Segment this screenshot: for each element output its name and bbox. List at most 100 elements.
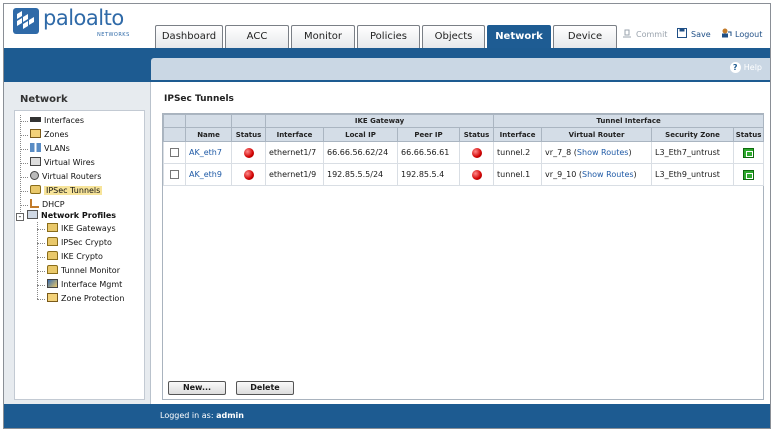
- tunnel-if-status: [733, 141, 765, 164]
- paloalto-logo: paloalto NETWORKS: [13, 6, 133, 42]
- tab-dashboard[interactable]: Dashboard: [155, 25, 223, 48]
- logout-icon: [720, 27, 732, 39]
- col-header-status[interactable]: Status: [231, 127, 266, 142]
- help-button[interactable]: ? Help: [729, 62, 762, 73]
- tab-acc[interactable]: ACC: [225, 25, 289, 48]
- tree-branch: [37, 257, 45, 258]
- logo-mark-icon: [13, 8, 39, 34]
- ike-gateways-icon: [47, 223, 58, 232]
- tree-line: [20, 115, 21, 216]
- nav-item-network-profiles[interactable]: - Network Profiles: [16, 210, 116, 222]
- col-header-ike-status[interactable]: Status: [458, 127, 495, 142]
- username: admin: [216, 411, 244, 420]
- delete-button[interactable]: Delete: [236, 381, 294, 395]
- group-header-blank: [231, 114, 266, 128]
- tab-objects[interactable]: Objects: [422, 25, 485, 48]
- nav-item-ipsec-tunnels[interactable]: IPSec Tunnels: [30, 185, 103, 197]
- col-header-name[interactable]: Name: [185, 127, 232, 142]
- nav-item-tunnel-monitor[interactable]: Tunnel Monitor: [47, 265, 120, 277]
- interface-mgmt-icon: [47, 279, 58, 288]
- save-label: Save: [691, 30, 711, 39]
- save-icon: [676, 27, 688, 39]
- col-header-tunnel-status[interactable]: Status: [733, 127, 765, 142]
- nav-item-virtual-routers[interactable]: Virtual Routers: [30, 171, 101, 183]
- zones-icon: [30, 129, 41, 138]
- nav-item-interfaces[interactable]: Interfaces: [30, 115, 84, 127]
- nav-item-zones[interactable]: Zones: [30, 129, 69, 141]
- commit-button[interactable]: Commit: [621, 27, 667, 43]
- status-down-icon: [471, 169, 482, 180]
- tunnel-interface: tunnel.2: [493, 141, 543, 164]
- tunnel-interface: tunnel.1: [493, 163, 543, 186]
- col-header-security-zone[interactable]: Security Zone: [651, 127, 735, 142]
- sub-toolbar: ? Help: [151, 58, 770, 80]
- col-header-virtual-router[interactable]: Virtual Router: [541, 127, 653, 142]
- ike-status: [458, 141, 495, 164]
- col-header-tunnel-interface[interactable]: Interface: [493, 127, 543, 142]
- tab-monitor[interactable]: Monitor: [291, 25, 355, 48]
- tunnel-name[interactable]: AK_eth9: [185, 163, 232, 186]
- interfaces-icon: [30, 117, 41, 122]
- tunnel-status: [231, 163, 266, 186]
- virtual-routers-icon: [30, 171, 39, 180]
- new-button[interactable]: New...: [168, 381, 226, 395]
- status-down-icon: [471, 147, 482, 158]
- ike-interface: ethernet1/9: [265, 163, 324, 186]
- col-header-select: [163, 127, 186, 142]
- tree-branch: [20, 205, 28, 206]
- nav-item-virtual-wires[interactable]: Virtual Wires: [30, 157, 95, 169]
- peer-ip: 192.85.5.4: [397, 163, 460, 186]
- help-label: Help: [743, 63, 762, 72]
- status-bar: Logged in as: admin: [4, 404, 770, 428]
- row-checkbox[interactable]: [170, 148, 179, 157]
- status-up-icon: [743, 169, 755, 180]
- col-header-ike-interface[interactable]: Interface: [265, 127, 324, 142]
- peer-ip: 66.66.56.61: [397, 141, 460, 164]
- row-checkbox[interactable]: [170, 170, 179, 179]
- show-routes-link[interactable]: Show Routes: [577, 148, 629, 157]
- row-select[interactable]: [163, 141, 186, 164]
- col-header-local-ip[interactable]: Local IP: [323, 127, 398, 142]
- tree-branch: [20, 191, 28, 192]
- logout-label: Logout: [735, 30, 763, 39]
- status-down-icon: [243, 147, 254, 158]
- network-profiles-icon: [27, 210, 38, 219]
- tree-branch: [37, 243, 45, 244]
- local-ip: 192.85.5.5/24: [323, 163, 398, 186]
- nav-item-zone-protection[interactable]: Zone Protection: [47, 293, 124, 305]
- nav-item-ike-gateways[interactable]: IKE Gateways: [47, 223, 116, 235]
- group-header-blank: [163, 114, 186, 128]
- tunnel-status: [231, 141, 266, 164]
- local-ip: 66.66.56.62/24: [323, 141, 398, 164]
- tab-network[interactable]: Network: [487, 25, 551, 48]
- commit-label: Commit: [636, 30, 668, 39]
- col-header-peer-ip[interactable]: Peer IP: [397, 127, 460, 142]
- tree-branch: [20, 149, 28, 150]
- page-title: IPSec Tunnels: [164, 94, 234, 104]
- tab-policies[interactable]: Policies: [357, 25, 420, 48]
- zone-protection-icon: [47, 293, 58, 302]
- tree-branch: [37, 299, 45, 300]
- table-row[interactable]: AK_eth9 ethernet1/9 192.85.5.5/24 192.85…: [163, 163, 765, 186]
- save-button[interactable]: Save: [676, 27, 711, 43]
- table-row[interactable]: AK_eth7 ethernet1/7 66.66.56.62/24 66.66…: [163, 141, 765, 164]
- virtual-wires-icon: [30, 157, 41, 166]
- show-routes-link[interactable]: Show Routes: [582, 170, 634, 179]
- tree-line: [37, 222, 38, 299]
- tab-device[interactable]: Device: [553, 25, 617, 48]
- tree-branch: [20, 177, 28, 178]
- lock-icon: [47, 237, 58, 246]
- nav-item-vlans[interactable]: VLANs: [30, 143, 70, 155]
- nav-tree: Interfaces Zones VLANs Virtual Wires Vir…: [14, 110, 145, 400]
- header: paloalto NETWORKS Dashboard ACC Monitor …: [4, 4, 770, 48]
- nav-item-interface-mgmt[interactable]: Interface Mgmt: [47, 279, 122, 291]
- ike-interface: ethernet1/7: [265, 141, 324, 164]
- tunnel-name[interactable]: AK_eth7: [185, 141, 232, 164]
- row-select[interactable]: [163, 163, 186, 186]
- nav-item-ipsec-crypto[interactable]: IPSec Crypto: [47, 237, 112, 249]
- virtual-router: vr_7_8 (Show Routes): [541, 141, 653, 164]
- ipsec-tunnels-icon: [30, 185, 41, 194]
- main-content: IPSec Tunnels IKE Gateway Tunnel Interfa…: [151, 82, 770, 404]
- logout-button[interactable]: Logout: [720, 27, 762, 43]
- nav-item-ike-crypto[interactable]: IKE Crypto: [47, 251, 103, 263]
